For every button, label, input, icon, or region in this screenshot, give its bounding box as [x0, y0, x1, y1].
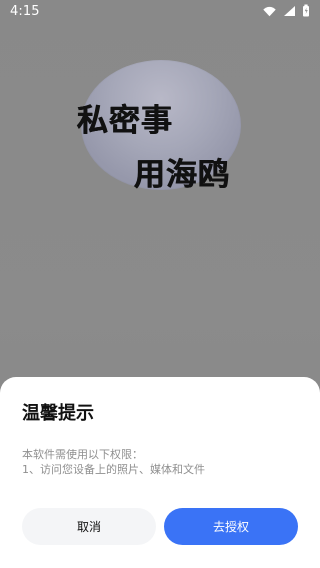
authorize-button[interactable]: 去授权 — [164, 508, 298, 545]
dialog-body-line: 本软件需使用以下权限： — [22, 448, 143, 461]
dialog-title: 温馨提示 — [22, 403, 94, 424]
cancel-button[interactable]: 取消 — [22, 508, 156, 545]
cancel-button-label: 取消 — [76, 520, 101, 534]
dialog-body: 本软件需使用以下权限： 1、访问您设备上的照片、媒体和文件 — [22, 447, 298, 477]
splash-text-line-2: 用海鸥 — [134, 157, 230, 193]
authorize-button-label: 去授权 — [212, 520, 249, 534]
app-screen: 4:15 私密事 用海鸥 温馨提示 本软件需使用以下权限： 1、访问您设备上的照… — [0, 0, 320, 568]
dialog-body-line: 1、访问您设备上的照片、媒体和文件 — [22, 463, 205, 476]
splash-art: 私密事 用海鸥 — [0, 0, 320, 380]
permission-dialog: 温馨提示 本软件需使用以下权限： 1、访问您设备上的照片、媒体和文件 取消 去授… — [0, 377, 320, 568]
splash-text-line-1: 私密事 — [77, 103, 173, 139]
